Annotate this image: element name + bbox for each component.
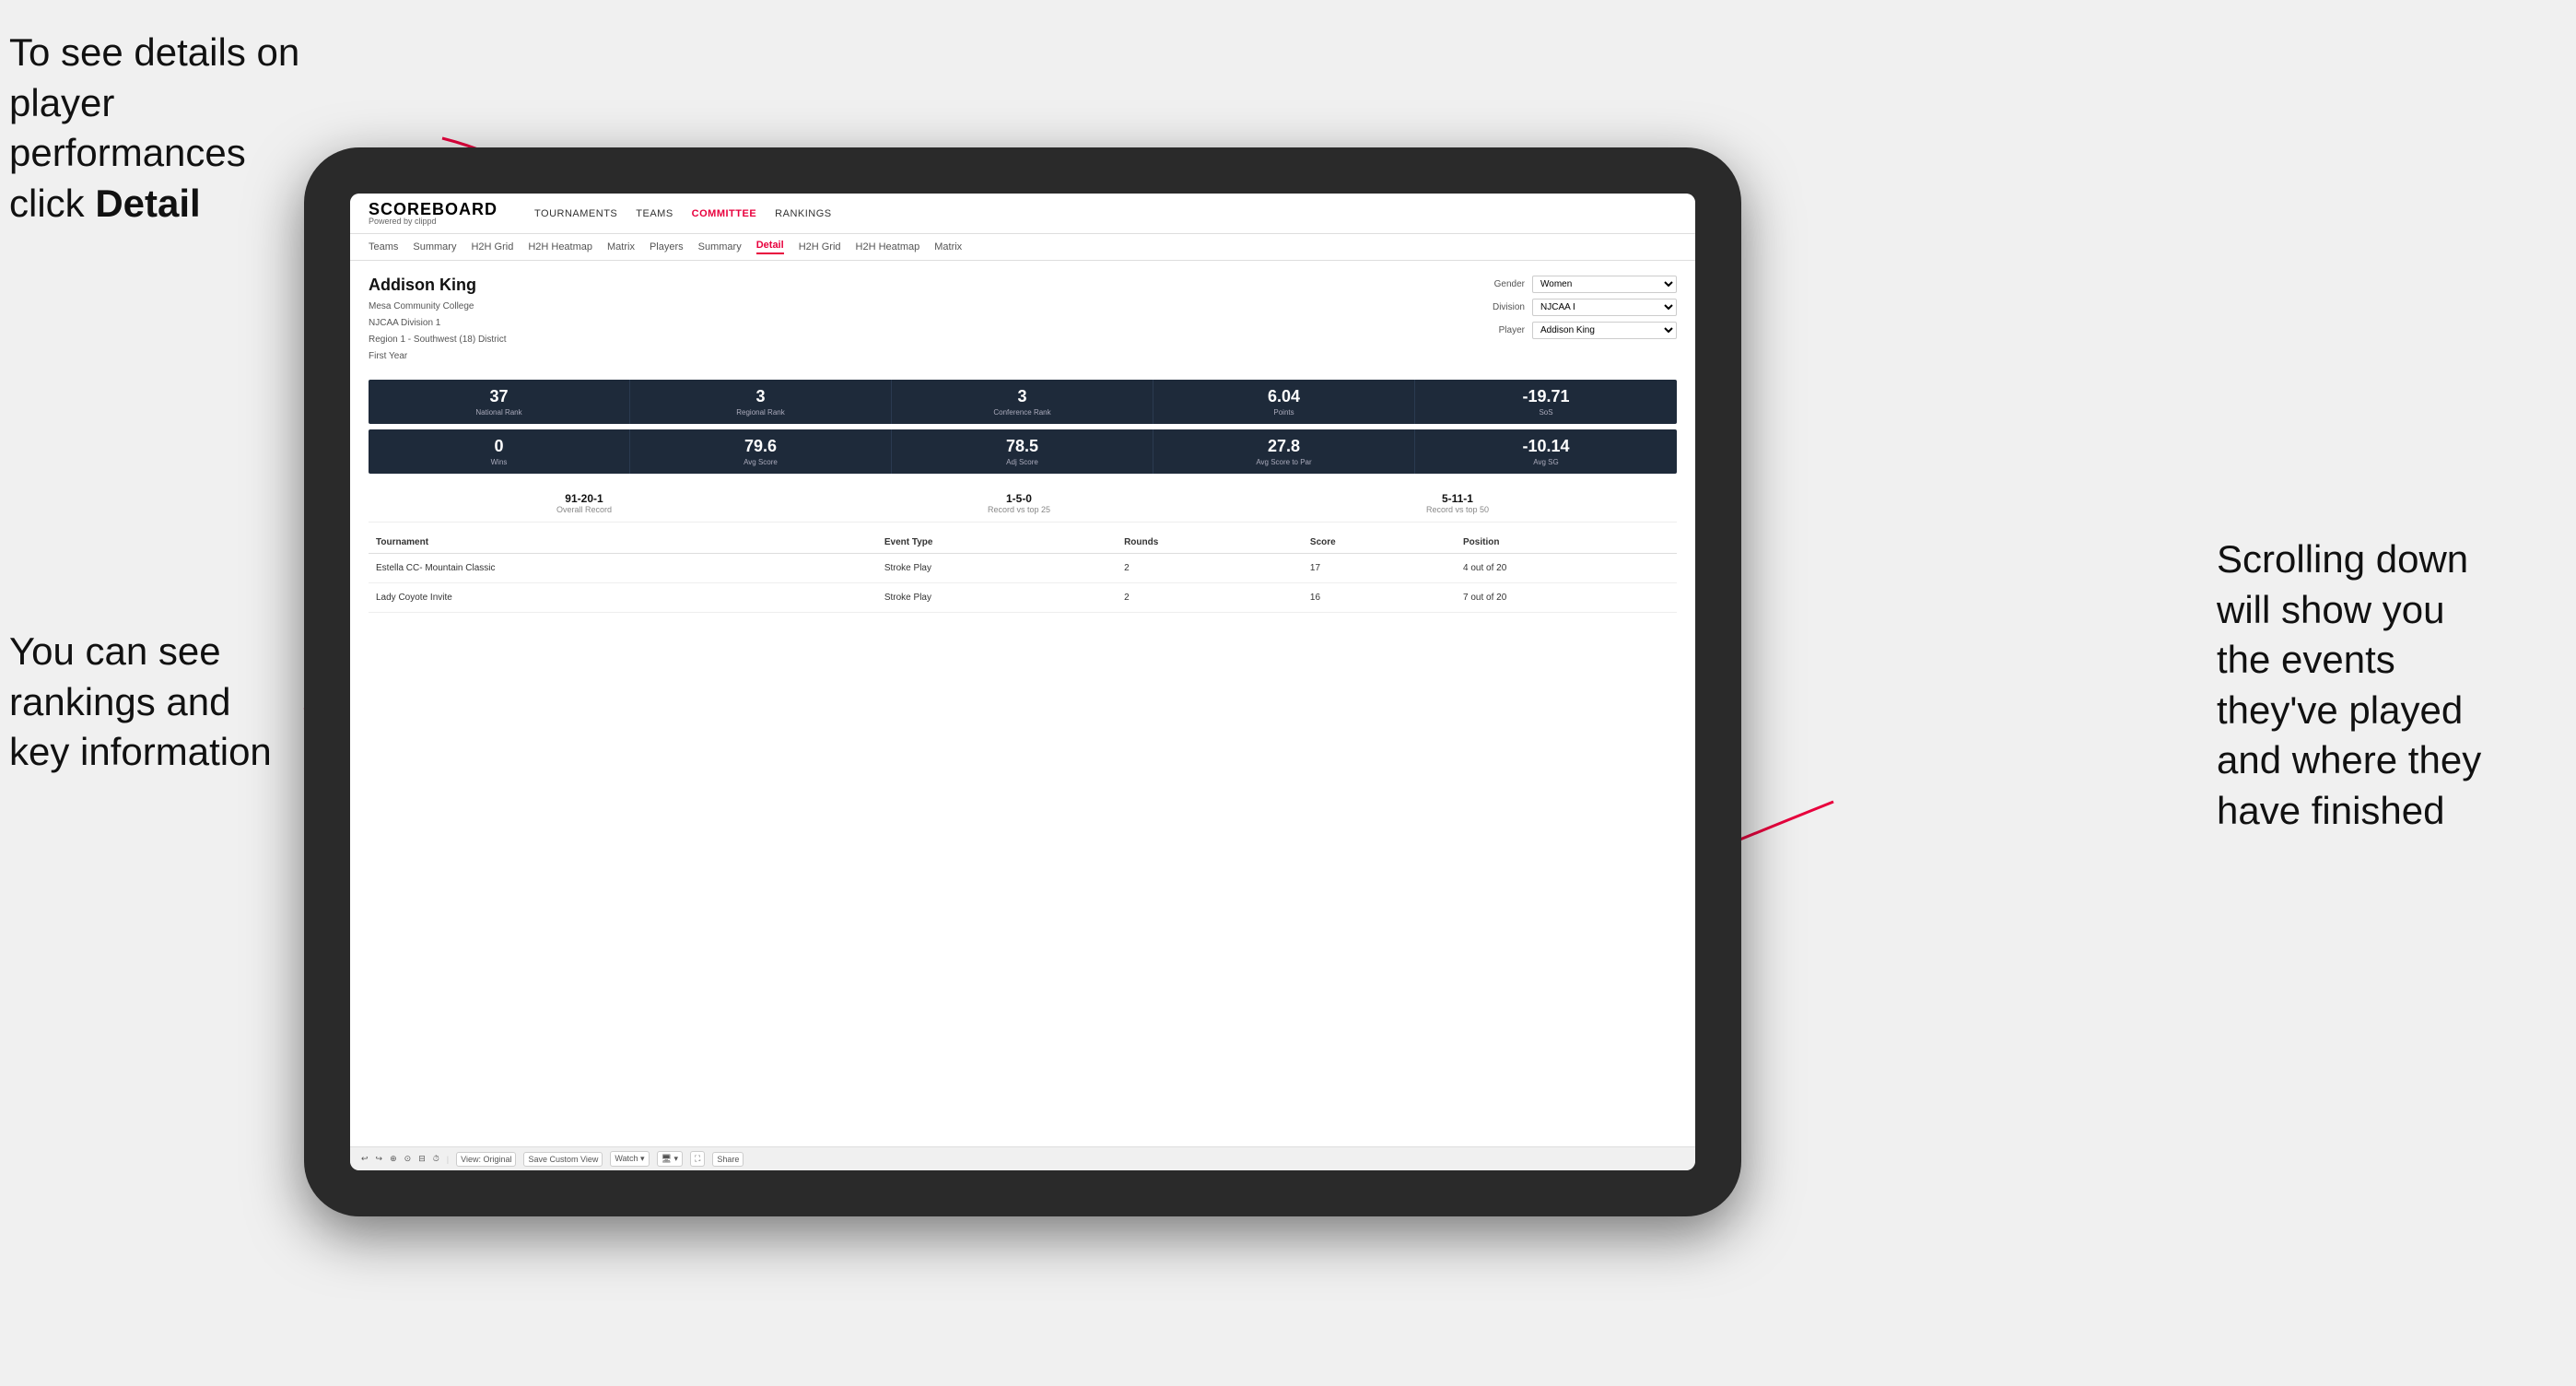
stats-grid-row2: 0 Wins 79.6 Avg Score 78.5 Adj Score 27.…: [369, 429, 1677, 474]
gender-control: Gender Women Men: [1474, 276, 1677, 293]
main-content: Addison King Mesa Community College NJCA…: [350, 261, 1695, 1146]
th-rounds: Rounds: [1117, 532, 1303, 554]
annotation-right: Scrolling down will show you the events …: [2217, 534, 2567, 837]
stat-regional-rank: 3 Regional Rank: [630, 380, 892, 424]
subnav-players[interactable]: Players: [650, 241, 684, 253]
record-top25: 1-5-0 Record vs top 25: [988, 492, 1050, 514]
toolbar-minus[interactable]: ⊟: [418, 1154, 426, 1164]
stat-avg-score-par: 27.8 Avg Score to Par: [1153, 429, 1415, 474]
overall-record: 91-20-1 Overall Record: [556, 492, 612, 514]
tablet-device: SCOREBOARD Powered by clippd TOURNAMENTS…: [304, 147, 1741, 1216]
toolbar-circle[interactable]: ⊙: [404, 1154, 412, 1164]
th-event-type: Event Type: [877, 532, 1117, 554]
annotation-top-left: To see details on player performances cl…: [9, 28, 322, 229]
stat-sos: -19.71 SoS: [1415, 380, 1677, 424]
subnav-matrix1[interactable]: Matrix: [607, 241, 635, 253]
subnav-teams[interactable]: Teams: [369, 241, 398, 253]
main-nav: TOURNAMENTS TEAMS COMMITTEE RANKINGS: [534, 208, 832, 219]
stats-grid-row1: 37 National Rank 3 Regional Rank 3 Confe…: [369, 380, 1677, 424]
nav-committee[interactable]: COMMITTEE: [692, 208, 757, 219]
tournament-table: Tournament Event Type Rounds Score Posit…: [369, 532, 1677, 613]
watch-btn[interactable]: Watch ▾: [610, 1151, 649, 1167]
player-controls: Gender Women Men Division NJCAA I NJCAA …: [1474, 276, 1677, 365]
content-area: Addison King Mesa Community College NJCA…: [350, 261, 1695, 1146]
stat-conference-rank: 3 Conference Rank: [892, 380, 1153, 424]
nav-rankings[interactable]: RANKINGS: [775, 208, 831, 219]
division-select[interactable]: NJCAA I NJCAA II: [1532, 299, 1677, 316]
player-detail: Addison King Mesa Community College NJCA…: [369, 276, 1677, 365]
player-control: Player Addison King: [1474, 322, 1677, 339]
player-info: Addison King Mesa Community College NJCA…: [369, 276, 1456, 365]
record-top50: 5-11-1 Record vs top 50: [1426, 492, 1489, 514]
save-custom-view-btn[interactable]: Save Custom View: [523, 1152, 603, 1167]
stat-avg-score: 79.6 Avg Score: [630, 429, 892, 474]
view-original-btn[interactable]: View: Original: [456, 1152, 516, 1167]
stat-avg-sg: -10.14 Avg SG: [1415, 429, 1677, 474]
stat-adj-score: 78.5 Adj Score: [892, 429, 1153, 474]
tablet-screen: SCOREBOARD Powered by clippd TOURNAMENTS…: [350, 194, 1695, 1170]
sub-nav: Teams Summary H2H Grid H2H Heatmap Matri…: [350, 234, 1695, 261]
division-control: Division NJCAA I NJCAA II: [1474, 299, 1677, 316]
toolbar-clock[interactable]: ⏱: [433, 1154, 439, 1164]
fullscreen-btn[interactable]: ⛶: [690, 1151, 705, 1167]
subnav-summary1[interactable]: Summary: [413, 241, 456, 253]
app-header: SCOREBOARD Powered by clippd TOURNAMENTS…: [350, 194, 1695, 234]
bottom-toolbar: ↩ ↪ ⊕ ⊙ ⊟ ⏱ | View: Original Save Custom…: [350, 1146, 1695, 1170]
stat-national-rank: 37 National Rank: [369, 380, 630, 424]
subnav-detail[interactable]: Detail: [756, 240, 784, 254]
th-score: Score: [1303, 532, 1456, 554]
toolbar-add[interactable]: ⊕: [390, 1154, 397, 1164]
nav-teams[interactable]: TEAMS: [636, 208, 673, 219]
table-row[interactable]: Lady Coyote Invite Stroke Play 2 16 7 ou…: [369, 583, 1677, 613]
subnav-h2h-heatmap1[interactable]: H2H Heatmap: [528, 241, 592, 253]
subnav-summary2[interactable]: Summary: [698, 241, 742, 253]
player-select[interactable]: Addison King: [1532, 322, 1677, 339]
th-position: Position: [1456, 532, 1677, 554]
subnav-h2h-heatmap2[interactable]: H2H Heatmap: [856, 241, 920, 253]
subnav-h2h-grid2[interactable]: H2H Grid: [799, 241, 841, 253]
scoreboard-logo: SCOREBOARD Powered by clippd: [369, 201, 498, 226]
toolbar-redo[interactable]: ↪: [376, 1154, 383, 1164]
nav-tournaments[interactable]: TOURNAMENTS: [534, 208, 617, 219]
screen-btn[interactable]: 🖥 ▾: [657, 1151, 683, 1167]
records-row: 91-20-1 Overall Record 1-5-0 Record vs t…: [369, 485, 1677, 523]
table-row[interactable]: Estella CC- Mountain Classic Stroke Play…: [369, 554, 1677, 583]
gender-select[interactable]: Women Men: [1532, 276, 1677, 293]
player-name: Addison King: [369, 276, 1456, 295]
subnav-h2h-grid1[interactable]: H2H Grid: [471, 241, 513, 253]
stat-wins: 0 Wins: [369, 429, 630, 474]
player-meta: Mesa Community College NJCAA Division 1 …: [369, 299, 1456, 365]
stat-points: 6.04 Points: [1153, 380, 1415, 424]
annotation-bottom-left: You can see rankings and key information: [9, 627, 322, 778]
th-tournament: Tournament: [369, 532, 877, 554]
share-btn[interactable]: Share: [712, 1152, 744, 1167]
subnav-matrix2[interactable]: Matrix: [934, 241, 962, 253]
toolbar-undo[interactable]: ↩: [361, 1154, 369, 1164]
